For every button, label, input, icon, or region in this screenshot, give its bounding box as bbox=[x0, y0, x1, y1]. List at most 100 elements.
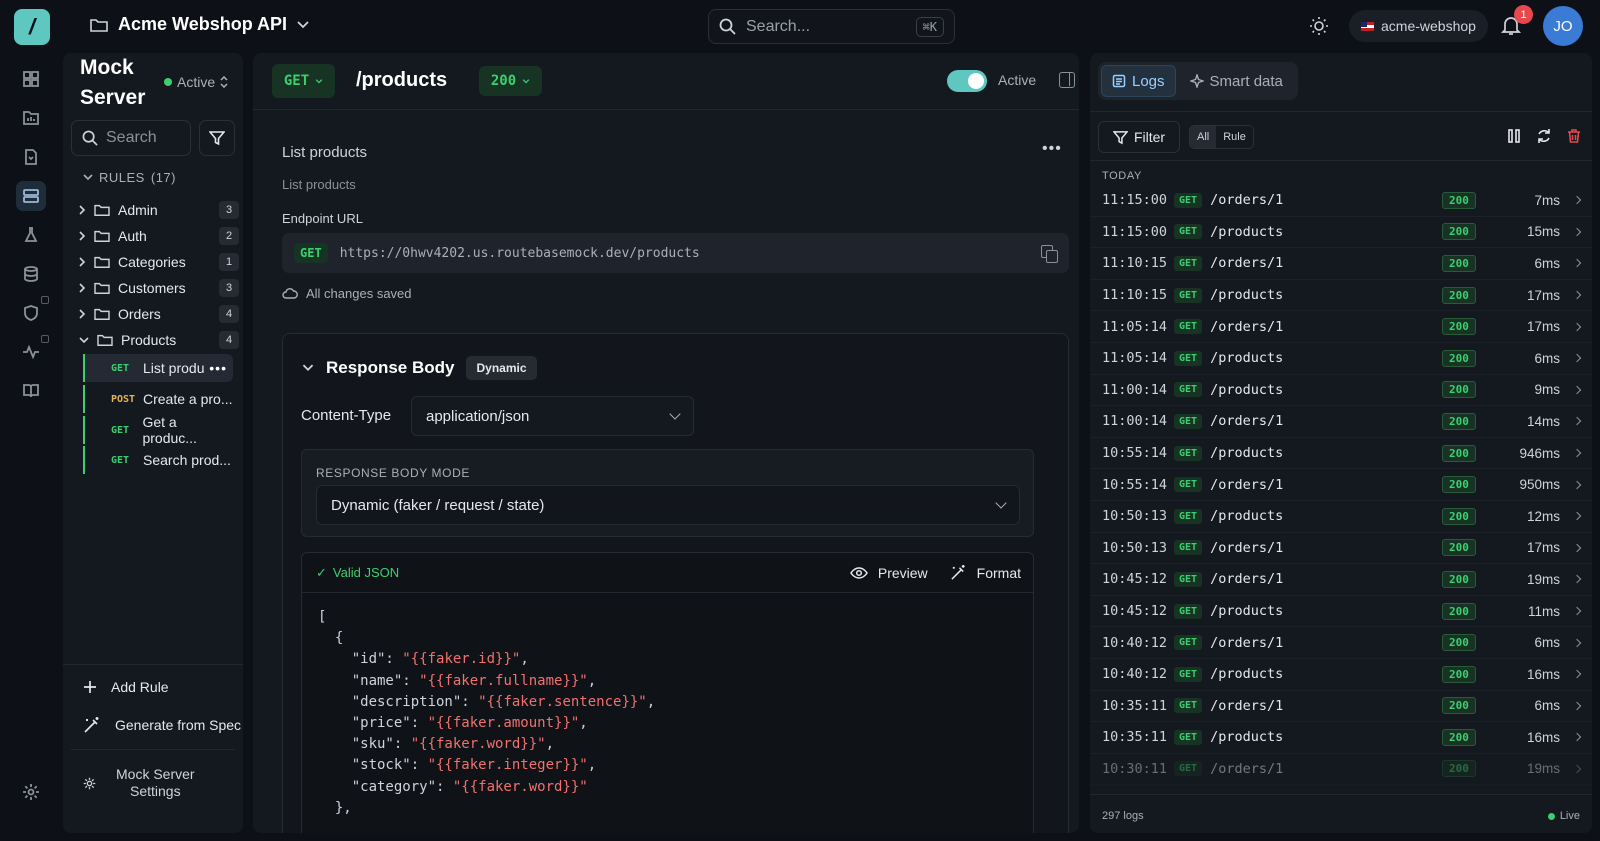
chevron-down-icon bbox=[297, 20, 309, 28]
rule-title[interactable]: List products bbox=[282, 144, 367, 161]
endpoint-url: https://0hwv4202.us.routebasemock.dev/pr… bbox=[339, 245, 700, 261]
app-logo[interactable]: / bbox=[14, 9, 50, 45]
log-row[interactable]: 11:00:14 GET/products 200 9ms bbox=[1090, 375, 1592, 407]
title-line: Mock bbox=[80, 56, 134, 79]
endpoint-path[interactable]: /products bbox=[356, 69, 447, 92]
log-row[interactable]: 11:00:14 GET/orders/1 200 14ms bbox=[1090, 406, 1592, 438]
json-key: "stock": bbox=[318, 757, 428, 774]
server-status[interactable]: Active bbox=[164, 74, 228, 90]
tests-flask-icon[interactable] bbox=[16, 220, 46, 250]
json-key: "sku": bbox=[318, 736, 411, 753]
copy-icon[interactable] bbox=[1041, 245, 1058, 263]
log-row[interactable]: 10:35:11 GET/orders/1 200 6ms bbox=[1090, 691, 1592, 723]
workspace-switcher[interactable]: acme-webshop bbox=[1349, 10, 1488, 42]
folder-categories[interactable]: Categories 1 bbox=[79, 249, 239, 275]
generate-label: Generate from Spec bbox=[115, 717, 242, 733]
mock-server-settings-button[interactable]: Mock Server Settings bbox=[83, 766, 233, 800]
log-row[interactable]: 11:05:14 GET/products 200 6ms bbox=[1090, 343, 1592, 375]
json-punct: , bbox=[545, 736, 555, 753]
folder-icon bbox=[97, 334, 113, 346]
trash-icon[interactable] bbox=[1566, 128, 1582, 144]
log-duration: 950ms bbox=[1519, 477, 1560, 493]
folder-orders[interactable]: Orders 4 bbox=[79, 301, 239, 327]
toggle-panel-icon[interactable] bbox=[1059, 72, 1075, 88]
code-content[interactable]: [ { "id": "{{faker.id}}", "name": "{{fak… bbox=[318, 607, 655, 819]
log-duration: 17ms bbox=[1526, 540, 1560, 556]
log-method: GET bbox=[1174, 382, 1203, 398]
code-token: { bbox=[318, 630, 344, 647]
log-row[interactable]: 11:15:00 GET/orders/1 200 7ms bbox=[1090, 185, 1592, 217]
log-row[interactable]: 11:15:00 GET/products 200 15ms bbox=[1090, 217, 1592, 249]
rule-get-product[interactable]: GET Get a produc... bbox=[83, 414, 233, 446]
log-row[interactable]: 10:45:12 GET/products 200 11ms bbox=[1090, 596, 1592, 628]
active-toggle[interactable] bbox=[947, 70, 987, 92]
more-options-icon[interactable]: ••• bbox=[209, 360, 227, 376]
log-row[interactable]: 11:10:15 GET/products 200 17ms bbox=[1090, 280, 1592, 312]
tab-smart-data[interactable]: Smart data bbox=[1180, 65, 1293, 97]
status-code-select[interactable]: 200 bbox=[479, 66, 542, 96]
format-button[interactable]: Format bbox=[950, 564, 1021, 581]
rules-section-header[interactable]: RULES (17) bbox=[83, 170, 176, 185]
docs-book-icon[interactable] bbox=[16, 376, 46, 406]
mode-select[interactable]: Dynamic (faker / request / state) bbox=[316, 485, 1020, 525]
log-row[interactable]: 10:50:13 GET/products 200 12ms bbox=[1090, 501, 1592, 533]
chevron-right-icon bbox=[1572, 606, 1582, 616]
rule-search-products[interactable]: GET Search prod... bbox=[83, 446, 233, 474]
log-row[interactable]: 10:40:12 GET/orders/1 200 6ms bbox=[1090, 627, 1592, 659]
project-switcher[interactable]: Acme Webshop API bbox=[90, 14, 309, 35]
rule-create-product[interactable]: POST Create a pro... bbox=[83, 385, 233, 413]
log-status: 200 bbox=[1442, 570, 1476, 588]
rules-search-input[interactable]: Search bbox=[71, 120, 191, 156]
tab-logs[interactable]: Logs bbox=[1101, 65, 1176, 97]
collections-icon[interactable] bbox=[16, 103, 46, 133]
rule-list-products[interactable]: GET List produ ••• bbox=[83, 354, 233, 382]
scope-all[interactable]: All bbox=[1190, 126, 1217, 148]
more-options-icon[interactable]: ••• bbox=[1042, 140, 1062, 158]
rule-description[interactable]: List products bbox=[282, 177, 356, 192]
log-time: 11:05:14 bbox=[1102, 318, 1168, 335]
method-select[interactable]: GET bbox=[272, 64, 335, 98]
refresh-icon[interactable] bbox=[1536, 128, 1552, 144]
theme-toggle-icon[interactable] bbox=[1309, 16, 1329, 36]
import-icon[interactable] bbox=[16, 142, 46, 172]
settings-gear-icon[interactable] bbox=[16, 777, 46, 807]
mock-server-icon[interactable] bbox=[16, 181, 46, 211]
folder-products[interactable]: Products 4 bbox=[79, 327, 239, 353]
add-rule-button[interactable]: Add Rule bbox=[83, 679, 169, 695]
chevron-right-icon bbox=[79, 205, 86, 215]
folder-customers[interactable]: Customers 3 bbox=[79, 275, 239, 301]
preview-button[interactable]: Preview bbox=[849, 565, 928, 581]
chevron-right-icon bbox=[1572, 417, 1582, 426]
folder-admin[interactable]: Admin 3 bbox=[79, 197, 239, 223]
logs-actions bbox=[1506, 128, 1582, 144]
folder-auth[interactable]: Auth 2 bbox=[79, 223, 239, 249]
log-row[interactable]: 10:50:13 GET/orders/1 200 17ms bbox=[1090, 533, 1592, 565]
log-duration: 19ms bbox=[1526, 571, 1560, 587]
log-row[interactable]: 11:10:15 GET/orders/1 200 6ms bbox=[1090, 248, 1592, 280]
json-editor[interactable]: ✓ Valid JSON Preview Format [ { "id": "{… bbox=[301, 552, 1034, 833]
check-icon: ✓ bbox=[316, 564, 327, 580]
log-row[interactable]: 10:45:12 GET/orders/1 200 19ms bbox=[1090, 564, 1592, 596]
log-row[interactable]: 10:55:14 GET/orders/1 200 950ms bbox=[1090, 469, 1592, 501]
log-method: GET bbox=[1174, 255, 1203, 271]
dashboard-icon[interactable] bbox=[16, 64, 46, 94]
chevron-right-icon bbox=[1572, 669, 1582, 679]
generate-from-spec-button[interactable]: Generate from Spec bbox=[83, 716, 241, 734]
global-search[interactable]: Search... ⌘K bbox=[708, 9, 955, 44]
log-status: 200 bbox=[1442, 223, 1476, 241]
log-row[interactable]: 10:40:12 GET/products 200 16ms bbox=[1090, 659, 1592, 691]
log-row[interactable]: 11:05:14 GET/orders/1 200 17ms bbox=[1090, 311, 1592, 343]
log-row[interactable]: 10:55:14 GET/products 200 946ms bbox=[1090, 438, 1592, 470]
pause-icon[interactable] bbox=[1506, 128, 1522, 144]
rules-filter-button[interactable] bbox=[199, 120, 235, 156]
database-icon[interactable] bbox=[16, 259, 46, 289]
response-body-header[interactable]: Response Body Dynamic bbox=[302, 356, 537, 380]
scope-rule[interactable]: Rule bbox=[1216, 126, 1253, 148]
log-row[interactable]: 10:30:11 GET/orders/1 200 19ms bbox=[1090, 754, 1592, 786]
filter-icon bbox=[1112, 130, 1128, 144]
divider bbox=[63, 664, 243, 665]
logs-filter-button[interactable]: Filter bbox=[1098, 121, 1180, 153]
log-row[interactable]: 10:35:11 GET/products 200 16ms bbox=[1090, 722, 1592, 754]
content-type-select[interactable]: application/json bbox=[411, 396, 694, 436]
avatar[interactable]: JO bbox=[1543, 6, 1583, 46]
